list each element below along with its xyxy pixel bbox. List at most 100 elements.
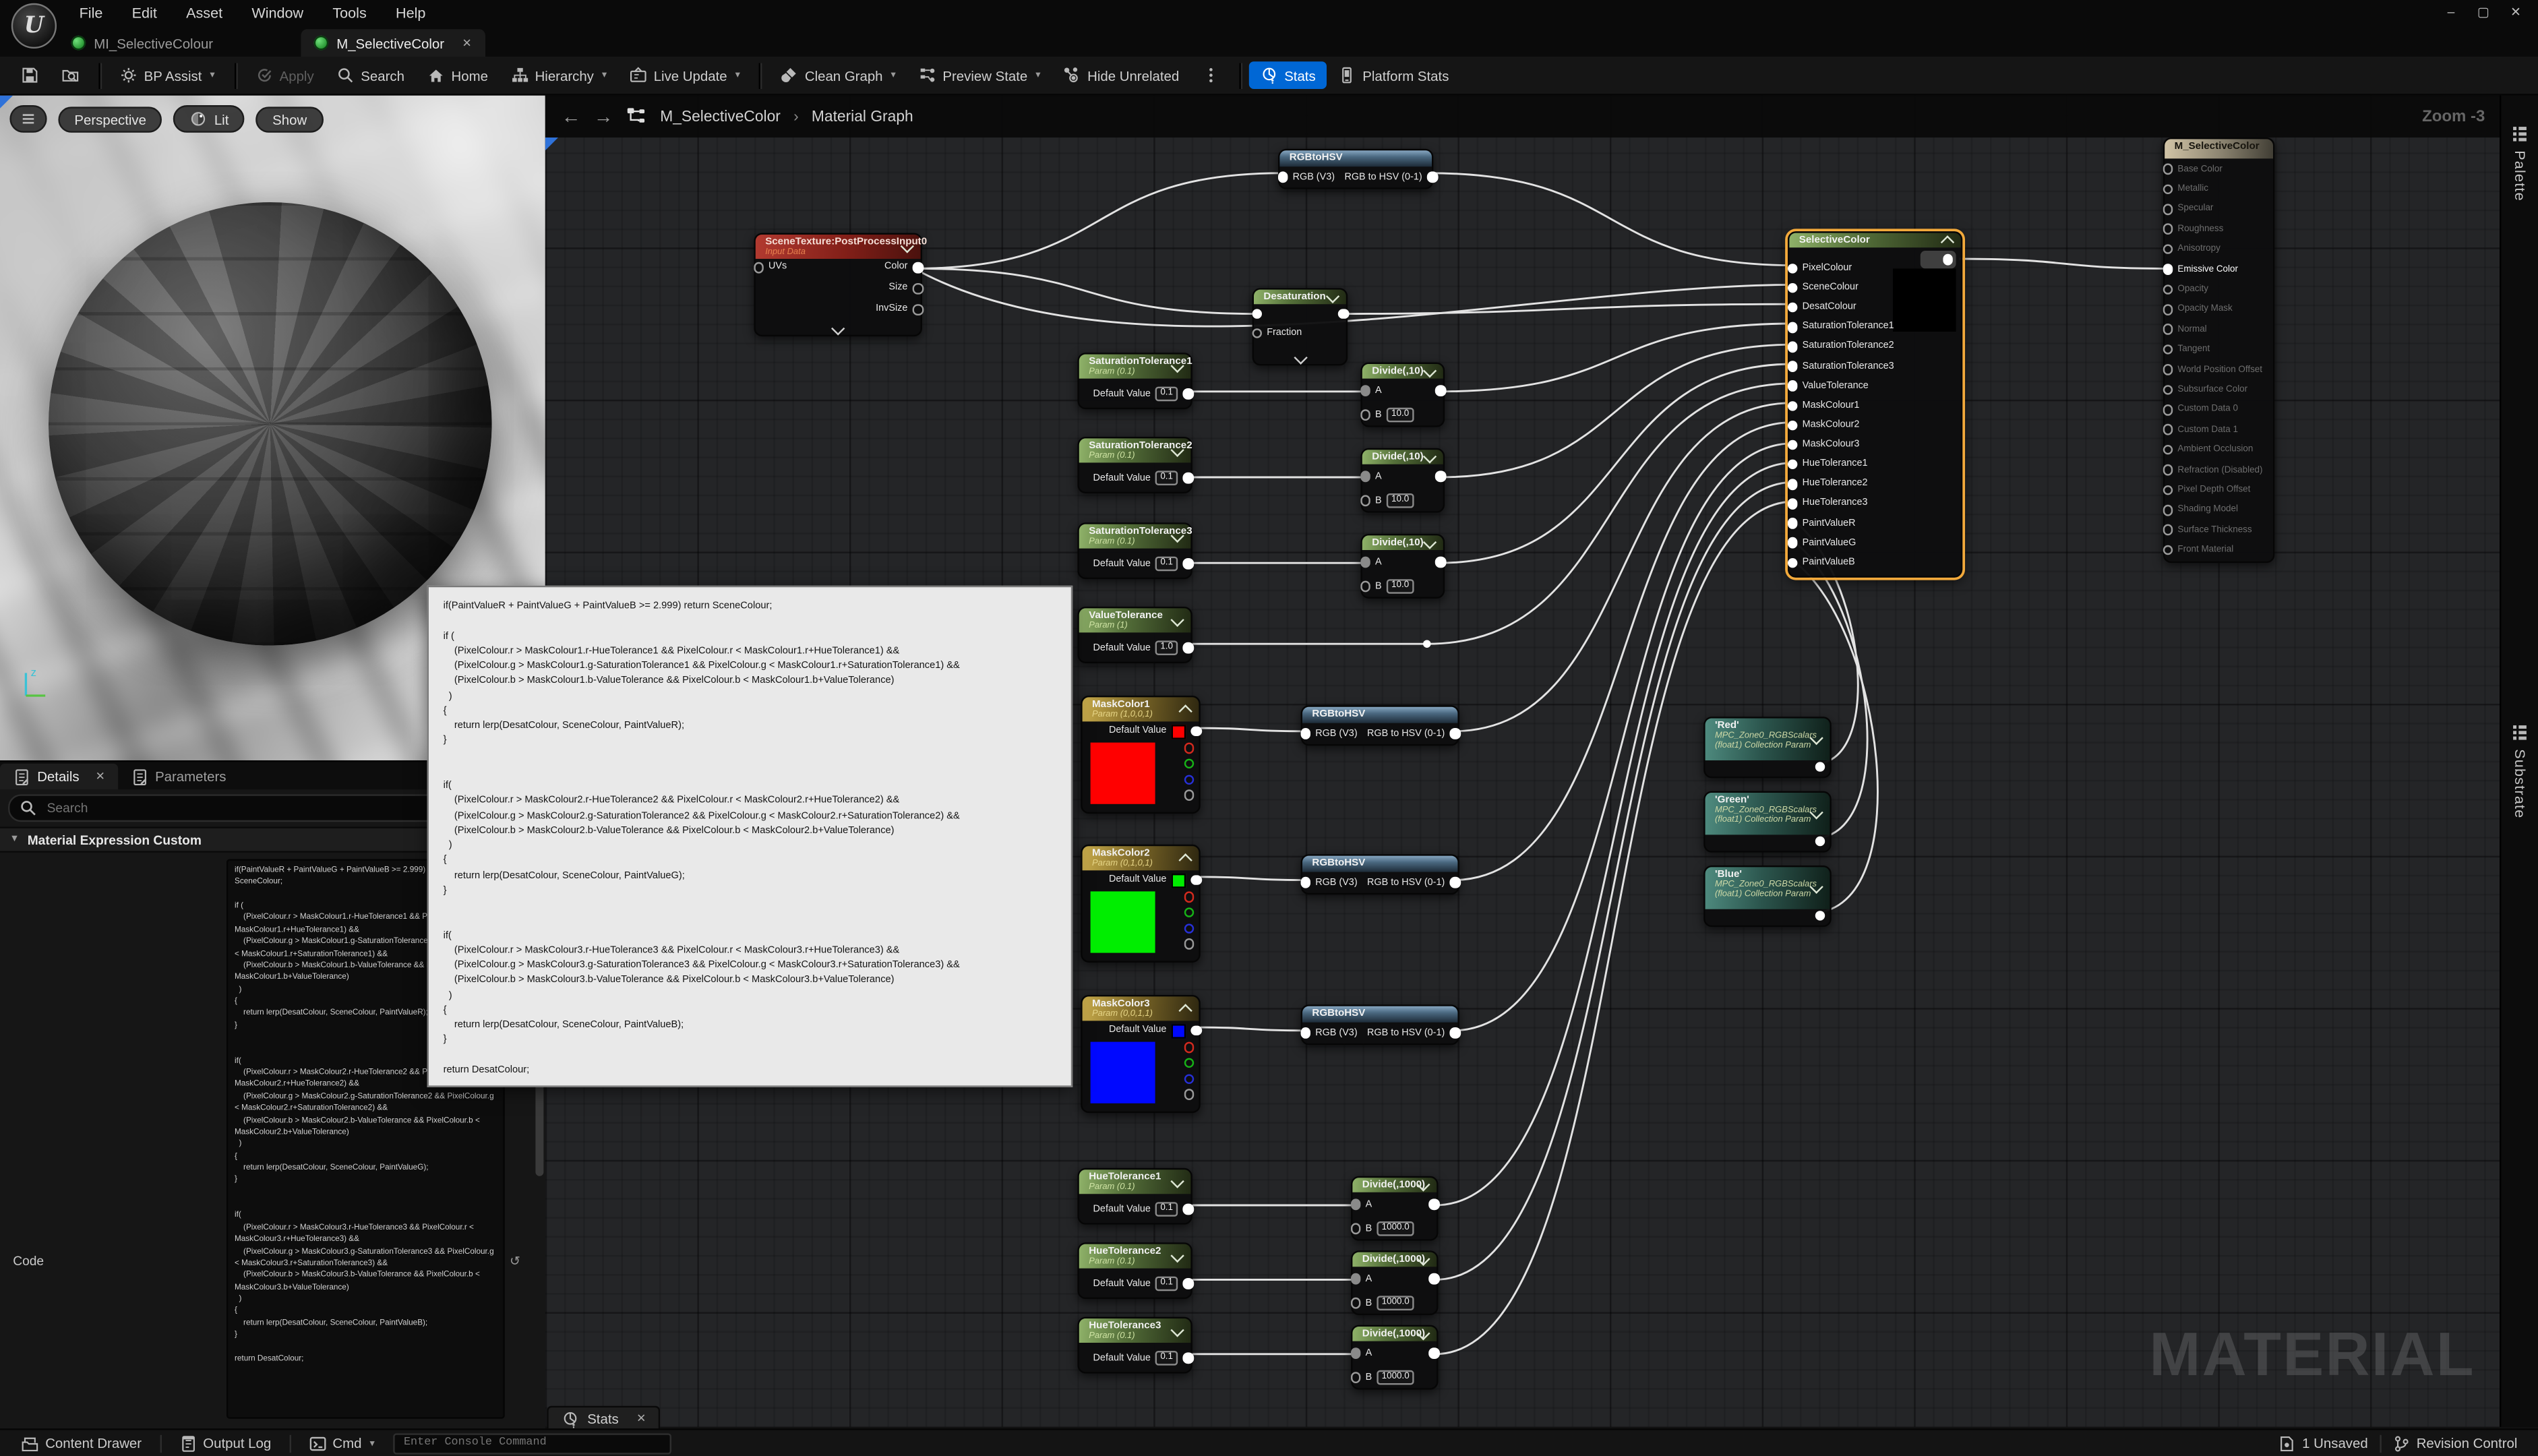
node-maskcolor2[interactable]: MaskColor2Param (0,1,0,1)Default Value [1081,845,1201,963]
node-divide-10[interactable]: Divide(,10)AB10.0 [1360,363,1445,427]
input-pin-ambient-occlusion[interactable] [2163,445,2173,456]
node-red[interactable]: 'Red'MPC_Zone0_RGBScalars (float1) Colle… [1703,717,1832,778]
output-pin[interactable] [1182,642,1193,653]
node-rgbtohsv[interactable]: RGBtoHSVRGB (V3)RGB to HSV (0-1) [1278,149,1433,189]
node-huetolerance2[interactable]: HueTolerance2Param (0.1)Default Value0.1 [1077,1242,1192,1299]
input-pin-subsurface-color[interactable] [2163,384,2173,395]
blue-pin[interactable] [1184,775,1195,785]
content-drawer-button[interactable]: Content Drawer [9,1430,152,1456]
output-pin[interactable] [1449,877,1460,888]
input-pin-valuetolerance[interactable] [1787,381,1798,392]
input-pin[interactable] [1251,309,1262,320]
input-pin-huetolerance3[interactable] [1787,499,1798,510]
close-icon[interactable]: ✕ [636,1412,646,1425]
b-value-field[interactable]: 1000.0 [1377,1370,1414,1385]
alpha-pin[interactable] [1184,1089,1195,1100]
node-rgbtohsv[interactable]: RGBtoHSVRGB (V3)RGB to HSV (0-1) [1301,854,1459,894]
output-pin[interactable] [1428,1348,1439,1359]
hierarchy-button[interactable]: Hierarchy▾ [500,61,618,89]
minimize-icon[interactable]: – [2435,0,2467,26]
default-value-field[interactable]: 1.0 [1155,640,1178,656]
tab-m-selectivecolor[interactable]: M_SelectiveColor✕ [301,29,484,57]
input-pin-saturationtolerance3[interactable] [1787,361,1798,372]
node-divide-10[interactable]: Divide(,10)AB10.0 [1360,448,1445,513]
node-huetolerance3[interactable]: HueTolerance3Param (0.1)Default Value0.1 [1077,1317,1192,1374]
red-pin[interactable] [1184,743,1195,754]
input-pin-a[interactable] [1360,471,1370,482]
green-pin[interactable] [1184,758,1195,769]
input-pin-anisotropy[interactable] [2163,244,2173,255]
input-pin-pixel-depth-offset[interactable] [2163,485,2173,495]
default-value-field[interactable]: 0.1 [1155,471,1178,486]
input-pin-metallic[interactable] [2163,184,2173,195]
input-pin-front-material[interactable] [2163,545,2173,555]
forward-arrow-icon[interactable]: → [594,105,613,128]
input-pin-surface-thickness[interactable] [2163,525,2173,536]
input-pin-a[interactable] [1360,557,1370,568]
tab-mi-selectivecolour[interactable]: MI_SelectiveColour [58,29,226,57]
input-pin-b[interactable] [1350,1223,1361,1234]
node-maskcolor1[interactable]: MaskColor1Param (1,0,0,1)Default Value [1081,696,1201,814]
output-pin[interactable] [1190,1025,1201,1036]
input-pin-refraction-disabled[interactable] [2163,464,2173,475]
stats-panel-tab[interactable]: Stats✕ [547,1406,661,1430]
blue-pin[interactable] [1184,923,1195,934]
default-value-field[interactable]: 0.1 [1155,1350,1178,1366]
alpha-pin[interactable] [1184,790,1195,801]
alpha-pin[interactable] [1184,939,1195,950]
input-pin-pixelcolour[interactable] [1787,264,1798,274]
input-pin-normal[interactable] [2163,324,2173,335]
menu-tools[interactable]: Tools [318,0,382,26]
breadcrumb-asset[interactable]: M_SelectiveColor [660,108,781,125]
output-pin[interactable] [1815,836,1825,847]
console-input[interactable] [392,1432,671,1453]
input-pin-saturationtolerance1[interactable] [1787,322,1798,333]
node-divide-1000[interactable]: Divide(,1000)AB1000.0 [1351,1176,1439,1241]
input-pin-custom-data-1[interactable] [2163,425,2173,435]
output-pin[interactable] [1449,1028,1460,1039]
input-pin-a[interactable] [1350,1348,1361,1359]
output-pin-color[interactable] [913,262,924,273]
b-value-field[interactable]: 1000.0 [1377,1296,1414,1311]
kebab-button[interactable] [1190,61,1231,89]
output-pin[interactable] [1182,473,1193,483]
menu-window[interactable]: Window [237,0,318,26]
output-pin[interactable] [1182,389,1193,400]
chevron-down-icon[interactable] [832,321,845,334]
red-pin[interactable] [1184,891,1195,902]
output-pin-invsize[interactable] [913,304,924,315]
search-button[interactable]: Search [325,61,415,89]
b-value-field[interactable]: 10.0 [1387,407,1414,423]
breadcrumb-graph[interactable]: Material Graph [812,108,913,125]
input-pin-shading-model[interactable] [2163,505,2173,516]
perspective-pill[interactable]: Perspective [58,106,162,131]
output-pin[interactable] [1182,1353,1193,1364]
uvs-pin[interactable] [753,262,764,273]
live-update-button[interactable]: Live Update▾ [618,61,752,89]
color-swatch[interactable] [1172,1023,1186,1038]
revert-icon[interactable]: ↺ [510,1254,520,1269]
menu-file[interactable]: File [65,0,117,26]
drawer-tab-substrate[interactable]: Substrate [2501,723,2538,819]
node-saturationtolerance3[interactable]: SaturationTolerance3Param (0.1)Default V… [1077,522,1192,579]
close-icon[interactable]: ✕ [462,36,472,49]
save-button[interactable] [9,61,50,89]
output-pin[interactable] [1190,875,1201,886]
default-value-field[interactable]: 0.1 [1155,556,1178,572]
chevron-down-icon[interactable] [1294,350,1306,363]
drawer-tab-palette[interactable]: Palette [2501,125,2538,202]
output-pin[interactable] [1190,726,1201,737]
b-value-field[interactable]: 10.0 [1387,493,1414,508]
input-pin-b[interactable] [1350,1372,1361,1383]
reroute-dot[interactable] [1423,640,1431,648]
preview-state-button[interactable]: Preview State▾ [907,61,1052,89]
output-pin[interactable] [1428,1273,1439,1284]
color-swatch[interactable] [1172,724,1186,739]
input-pin-maskcolour3[interactable] [1787,439,1798,450]
1-unsaved-button[interactable]: 1 Unsaved [2266,1434,2379,1452]
tab-details[interactable]: Details✕ [0,764,118,789]
green-pin[interactable] [1184,1058,1195,1068]
input-pin-a[interactable] [1350,1273,1361,1284]
node-saturationtolerance1[interactable]: SaturationTolerance1Param (0.1)Default V… [1077,353,1192,409]
input-pin-opacity[interactable] [2163,284,2173,295]
